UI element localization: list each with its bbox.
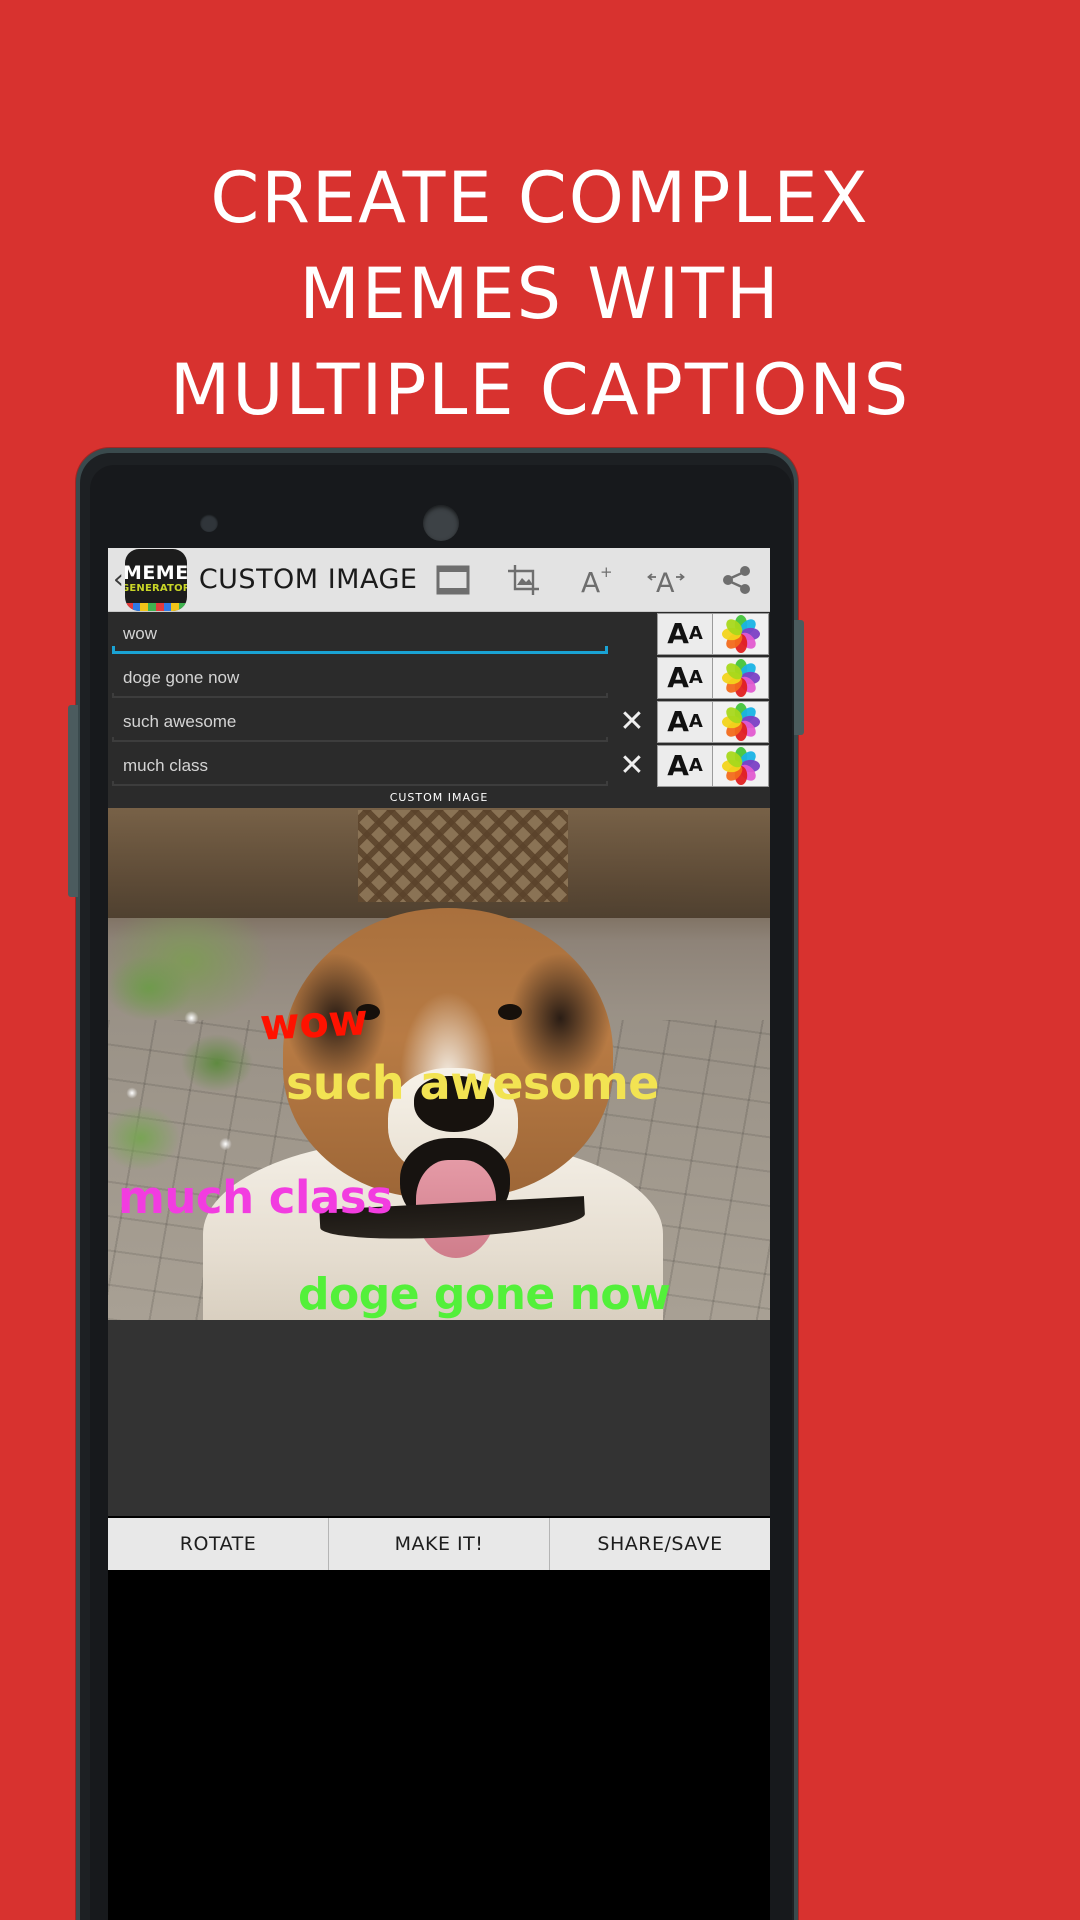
image-name-label: CUSTOM IMAGE bbox=[108, 788, 770, 808]
crop-image-icon[interactable] bbox=[488, 548, 559, 612]
page-title: CUSTOM IMAGE bbox=[198, 564, 418, 595]
font-style-label-small: A bbox=[688, 667, 703, 688]
font-style-label-big: A bbox=[667, 705, 689, 738]
caption-rows: wow ✕ AA bbox=[108, 612, 770, 788]
make-it-button[interactable]: MAKE IT! bbox=[329, 1518, 550, 1570]
caption-input[interactable]: doge gone now bbox=[112, 656, 608, 700]
font-style-label-small: A bbox=[688, 711, 703, 732]
share-icon[interactable] bbox=[701, 548, 770, 612]
font-style-button[interactable]: AA bbox=[657, 613, 713, 655]
color-picker-button[interactable] bbox=[713, 701, 769, 743]
rotate-button[interactable]: ROTATE bbox=[108, 1518, 329, 1570]
font-style-button[interactable]: AA bbox=[657, 701, 713, 743]
back-chevron-icon[interactable]: ‹ bbox=[113, 566, 124, 593]
phone-front-camera bbox=[200, 514, 218, 532]
font-style-label-big: A bbox=[667, 749, 689, 782]
font-style-label-big: A bbox=[667, 661, 689, 694]
caption-row: much class ✕ AA bbox=[108, 744, 770, 788]
headline-line-3: MULTIPLE CAPTIONS bbox=[169, 349, 911, 431]
font-style-label-small: A bbox=[688, 755, 703, 776]
meme-caption-much-class[interactable]: much class bbox=[118, 1171, 393, 1224]
phone-power-button bbox=[794, 620, 804, 735]
caption-row: doge gone now ✕ AA bbox=[108, 656, 770, 700]
svg-text:A: A bbox=[581, 566, 600, 596]
color-wheel-icon bbox=[721, 703, 760, 741]
app-screen: ‹ MEME GENERATOR CUSTOM IMAGE bbox=[108, 548, 770, 1920]
color-picker-button[interactable] bbox=[713, 745, 769, 787]
caption-row: wow ✕ AA bbox=[108, 612, 770, 656]
font-style-label-small: A bbox=[688, 623, 703, 644]
headline-line-1: CREATE COMPLEX bbox=[210, 157, 870, 239]
caption-row: such awesome ✕ AA bbox=[108, 700, 770, 744]
caption-input-value: much class bbox=[123, 756, 209, 775]
caption-input-value: wow bbox=[123, 624, 158, 643]
caption-input-value: doge gone now bbox=[123, 668, 240, 687]
app-logo-line1: MEME bbox=[124, 562, 187, 584]
svg-text:A: A bbox=[656, 568, 675, 596]
color-picker-button[interactable] bbox=[713, 657, 769, 699]
meme-caption-wow[interactable]: wow bbox=[259, 995, 369, 1051]
app-logo-line2: GENERATOR bbox=[124, 583, 187, 594]
caption-input-underline bbox=[112, 737, 608, 742]
caption-input[interactable]: such awesome bbox=[112, 700, 608, 744]
color-wheel-icon bbox=[721, 615, 760, 653]
caption-input-underline bbox=[112, 693, 608, 698]
promo-headline: CREATE COMPLEX MEMES WITH MULTIPLE CAPTI… bbox=[0, 150, 1080, 438]
app-logo-color-strip bbox=[124, 602, 187, 611]
phone-speaker bbox=[423, 505, 459, 541]
phone-volume-button bbox=[68, 705, 78, 897]
font-style-button[interactable]: AA bbox=[657, 657, 713, 699]
font-style-label-big: A bbox=[667, 617, 689, 650]
delete-caption-button[interactable]: ✕ bbox=[608, 700, 656, 744]
meme-preview[interactable]: wow such awesome much class doge gone no… bbox=[108, 808, 770, 1320]
color-wheel-icon bbox=[721, 659, 760, 697]
add-text-icon[interactable]: A + bbox=[559, 548, 630, 612]
app-toolbar: ‹ MEME GENERATOR CUSTOM IMAGE bbox=[108, 548, 770, 612]
android-navigation-bar bbox=[108, 1570, 770, 1610]
caption-input-underline bbox=[112, 781, 608, 786]
share-save-button[interactable]: SHARE/SAVE bbox=[550, 1518, 770, 1570]
canvas-empty-area bbox=[108, 1320, 770, 1516]
photo-lattice-fence bbox=[358, 810, 568, 902]
font-style-button[interactable]: AA bbox=[657, 745, 713, 787]
resize-text-icon[interactable]: A bbox=[630, 548, 701, 612]
meme-caption-such-awesome[interactable]: such awesome bbox=[286, 1056, 660, 1110]
caption-input[interactable]: much class bbox=[112, 744, 608, 788]
meme-caption-doge-gone-now[interactable]: doge gone now bbox=[298, 1269, 671, 1320]
app-logo: MEME GENERATOR bbox=[124, 548, 187, 611]
frame-icon[interactable] bbox=[417, 548, 488, 612]
color-wheel-icon bbox=[721, 747, 760, 785]
toolbar-actions: A + A bbox=[417, 548, 770, 611]
color-picker-button[interactable] bbox=[713, 613, 769, 655]
svg-text:+: + bbox=[600, 564, 612, 581]
caption-input-value: such awesome bbox=[123, 712, 237, 731]
delete-caption-button[interactable]: ✕ bbox=[608, 744, 656, 788]
caption-input-underline bbox=[112, 646, 608, 654]
caption-input[interactable]: wow bbox=[112, 612, 608, 656]
dog-eye-right bbox=[498, 1004, 522, 1020]
headline-line-2: MEMES WITH bbox=[299, 253, 781, 335]
bottom-action-bar: ROTATE MAKE IT! SHARE/SAVE bbox=[108, 1516, 770, 1570]
